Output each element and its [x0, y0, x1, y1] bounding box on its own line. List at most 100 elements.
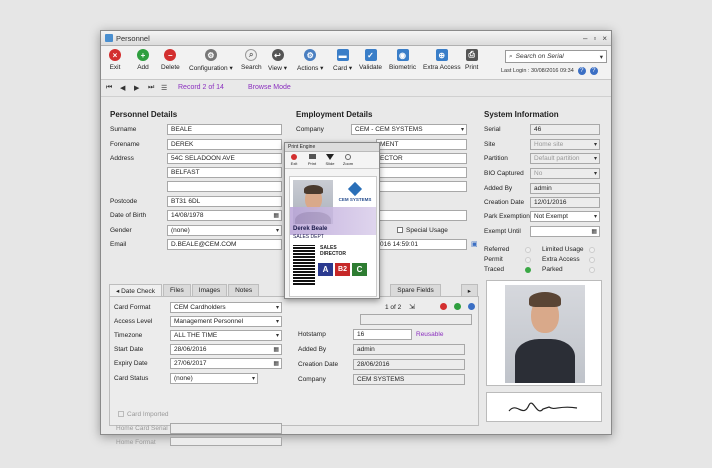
- tab-notes[interactable]: Notes: [228, 284, 260, 296]
- signature-box[interactable]: [486, 392, 602, 422]
- actions-icon: ⚙: [304, 49, 317, 61]
- calendar-icon[interactable]: ▦: [273, 212, 279, 219]
- search-input[interactable]: ⌕ Search on Serial ▾: [505, 50, 607, 63]
- cardholder-photo[interactable]: [486, 280, 602, 386]
- search-button[interactable]: ⌕ Search: [241, 49, 262, 71]
- department-field[interactable]: MENT: [376, 139, 467, 150]
- calendar-icon[interactable]: ▦: [273, 346, 279, 353]
- record-counter: Record 2 of 14: [178, 84, 224, 91]
- print-button[interactable]: ⎙ Print: [465, 49, 478, 71]
- remove-card-icon[interactable]: [440, 303, 447, 310]
- surname-field[interactable]: BEALE: [167, 124, 282, 135]
- view-button[interactable]: ↩ View ▾: [268, 49, 287, 72]
- card-added-by-field: admin: [353, 344, 465, 355]
- employment-field-3[interactable]: [376, 167, 467, 178]
- expiry-date-label: Expiry Date: [114, 360, 148, 367]
- close-icon[interactable]: ×: [602, 34, 607, 43]
- card-imported-checkbox: [118, 411, 124, 418]
- tab-date-check[interactable]: ◂ Date Check: [109, 284, 163, 296]
- search-icon: ⌕: [245, 49, 258, 61]
- chevron-down-icon: ▾: [593, 156, 597, 162]
- maximize-icon[interactable]: ▫: [593, 34, 596, 43]
- employment-field-4[interactable]: [376, 181, 467, 192]
- hotstamp-field[interactable]: 16: [353, 329, 412, 340]
- special-usage-checkbox[interactable]: [397, 227, 403, 234]
- edit-icon[interactable]: ▣: [471, 240, 478, 248]
- app-icon: [105, 34, 113, 42]
- serial-field: 46: [530, 124, 600, 135]
- prev-record-icon[interactable]: ◀: [120, 84, 125, 92]
- add-card-icon[interactable]: [454, 303, 461, 310]
- add-button[interactable]: + Add: [137, 49, 149, 71]
- delete-button[interactable]: – Delete: [161, 49, 180, 71]
- print-slide-button[interactable]: Slide: [323, 154, 337, 166]
- print-zoom-button[interactable]: Zoom: [341, 154, 355, 166]
- print-exit-button[interactable]: Exit: [287, 154, 301, 166]
- help-icon[interactable]: ?: [577, 67, 586, 75]
- open-card-icon[interactable]: ⇲: [409, 303, 415, 311]
- card-company-field: CEM SYSTEMS: [353, 374, 465, 385]
- validate-icon: ✓: [364, 49, 377, 61]
- calendar-icon[interactable]: ▦: [273, 360, 279, 367]
- email-field[interactable]: D.BEALE@CEM.COM: [167, 239, 282, 250]
- tab-files[interactable]: Files: [163, 284, 191, 296]
- first-record-icon[interactable]: ⏮: [106, 84, 112, 92]
- exit-button[interactable]: × Exit: [109, 49, 121, 71]
- printer-icon: [308, 154, 316, 159]
- gender-select[interactable]: (none) ▾: [167, 225, 282, 236]
- company-select[interactable]: CEM - CEM SYSTEMS ▾: [351, 124, 467, 135]
- site-label: Site: [484, 141, 496, 148]
- home-card-serial-label: Home Card Serial: [116, 425, 168, 432]
- help-icon[interactable]: [468, 303, 475, 310]
- forename-field[interactable]: DEREK: [167, 139, 282, 150]
- job-title-field[interactable]: ECTOR: [376, 153, 467, 164]
- actions-button[interactable]: ⚙ Actions ▾: [297, 49, 323, 72]
- browse-mode[interactable]: Browse Mode: [248, 84, 291, 91]
- address-line3-field[interactable]: [167, 181, 282, 192]
- park-select[interactable]: Not Exempt ▾: [530, 211, 600, 222]
- card-status-select[interactable]: (none) ▾: [170, 373, 258, 384]
- chevron-down-icon[interactable]: ▾: [600, 53, 603, 61]
- extra-access-icon: ⊕: [435, 49, 448, 61]
- list-icon[interactable]: ☰: [161, 84, 167, 92]
- card-button[interactable]: ▬ Card ▾: [333, 49, 352, 72]
- card-format-select[interactable]: CEM Cardholders ▾: [170, 302, 282, 313]
- dob-field[interactable]: 14/08/1978 ▦: [167, 210, 282, 221]
- last-record-icon[interactable]: ⏭: [148, 84, 154, 92]
- start-date-field[interactable]: 28/06/2016 ▦: [170, 344, 282, 355]
- tab-spare-fields[interactable]: Spare Fields: [390, 284, 441, 296]
- access-level-select[interactable]: Management Personnel ▾: [170, 316, 282, 327]
- validate-button[interactable]: ✓ Validate: [359, 49, 382, 71]
- creation-label: Creation Date: [484, 199, 525, 206]
- calendar-icon[interactable]: ▦: [591, 228, 597, 235]
- employment-heading: Employment Details: [296, 110, 373, 119]
- next-record-icon[interactable]: ▶: [134, 84, 139, 92]
- chevron-down-icon: ▾: [593, 171, 597, 177]
- timezone-select[interactable]: ALL THE TIME ▾: [170, 330, 282, 341]
- expiry-date-field[interactable]: 27/06/2017 ▦: [170, 358, 282, 369]
- qr-code: [293, 245, 315, 285]
- serial-label: Serial: [484, 126, 501, 133]
- exempt-field[interactable]: ▦: [530, 226, 600, 237]
- dob-label: Date of Birth: [110, 212, 147, 219]
- exit-icon: ×: [109, 49, 121, 61]
- postcode-field[interactable]: BT31 6DL: [167, 196, 282, 207]
- address-line1-field[interactable]: 54C SELADOON AVE: [167, 153, 282, 164]
- tab-images[interactable]: Images: [191, 284, 228, 296]
- card-icon: ▬: [336, 49, 349, 61]
- biometric-button[interactable]: ◉ Biometric: [389, 49, 416, 71]
- employment-field-5[interactable]: [376, 210, 467, 221]
- print-print-button[interactable]: Print: [305, 154, 319, 166]
- parked-indicator: [589, 267, 595, 273]
- start-date-label: Start Date: [114, 346, 144, 353]
- special-usage[interactable]: Special Usage: [397, 227, 448, 234]
- park-label: Park Exemption: [484, 213, 530, 220]
- tab-scroll-right[interactable]: ▸: [460, 284, 478, 296]
- extra-access-button[interactable]: ⊕ Extra Access: [423, 49, 461, 71]
- card-creation-field: 28/06/2016: [353, 359, 465, 370]
- chevron-down-icon: ▾: [251, 376, 255, 382]
- info-icon[interactable]: ?: [589, 67, 598, 75]
- configuration-button[interactable]: ⚙ Configuration ▾: [189, 49, 233, 72]
- minimize-icon[interactable]: –: [583, 34, 587, 43]
- address-line2-field[interactable]: BELFAST: [167, 167, 282, 178]
